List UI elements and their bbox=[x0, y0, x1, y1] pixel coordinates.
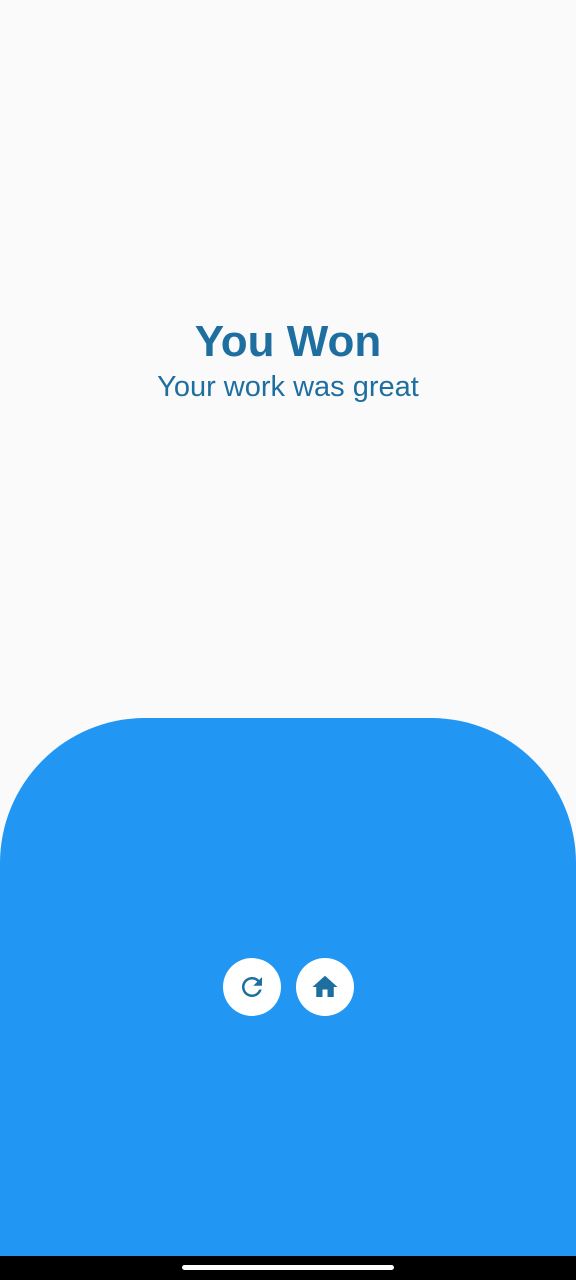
result-subtitle: Your work was great bbox=[157, 371, 419, 403]
game-result-screen: You Won Your work was great bbox=[0, 0, 576, 1280]
bottom-panel bbox=[0, 718, 576, 1256]
home-icon bbox=[312, 975, 337, 997]
home-indicator[interactable] bbox=[182, 1265, 394, 1270]
home-button[interactable] bbox=[295, 958, 354, 1016]
result-message: You Won Your work was great bbox=[0, 318, 576, 406]
action-buttons bbox=[0, 958, 576, 1016]
result-title: You Won bbox=[194, 317, 382, 366]
restart-button[interactable] bbox=[222, 958, 281, 1016]
system-navigation-bar bbox=[0, 1256, 576, 1280]
refresh-icon bbox=[241, 977, 262, 997]
